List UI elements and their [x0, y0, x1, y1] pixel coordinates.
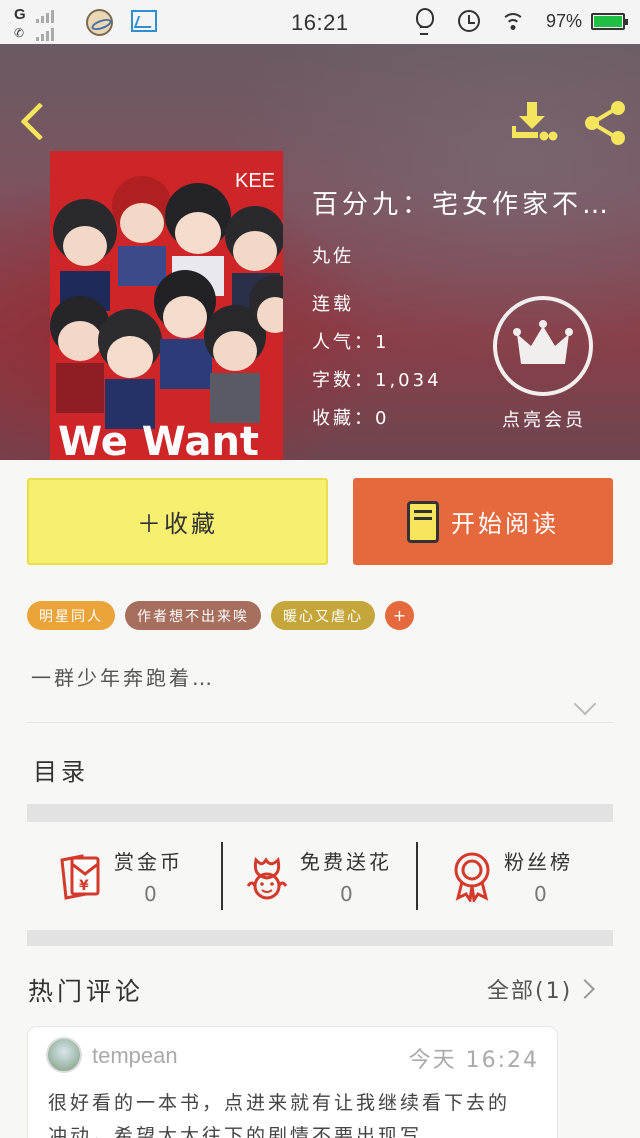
stat-value: 0	[144, 882, 157, 906]
cover-top-text: KEE	[235, 170, 275, 192]
comment-time: 今天 16:24	[408, 1048, 539, 1073]
svg-text:¥: ¥	[79, 878, 89, 894]
fan-ranking-button[interactable]: 粉丝榜 0	[448, 840, 608, 912]
signal-group: G ✆	[14, 4, 70, 42]
divider	[221, 842, 223, 910]
collect-button[interactable]: ＋收藏	[27, 478, 328, 565]
battery-percent: 97%	[546, 11, 583, 31]
section-separator	[27, 804, 613, 822]
alarm-icon	[458, 10, 480, 32]
book-synopsis: 一群少年奔跑着…	[31, 666, 215, 690]
crown-icon	[493, 296, 593, 396]
stat-value: 0	[340, 882, 353, 906]
all-comments-label: 全部(1)	[487, 979, 573, 1004]
stat-label: 粉丝榜	[504, 850, 573, 874]
cover-bottom-text: We Want	[58, 419, 259, 460]
book-word-count: 字数：1,034	[312, 370, 442, 391]
book-popularity: 人气：1	[312, 332, 390, 353]
stat-label: 赏金币	[114, 850, 183, 874]
book-icon	[407, 500, 439, 543]
hot-comments-heading: 热门评论	[28, 977, 145, 1006]
book-header: KEE We Want 百分九：宅女作家不… 丸佐 连载 人气：1 字数：1,0…	[0, 44, 640, 460]
tag-list: 明星同人 作者想不出来唉 暖心又虐心 +	[27, 601, 414, 630]
gallery-app-icon	[131, 10, 157, 32]
member-button[interactable]: 点亮会员	[493, 296, 595, 432]
planet-app-icon	[86, 9, 113, 36]
divider	[27, 722, 613, 723]
phone-icon: ✆	[14, 26, 25, 40]
comment-username[interactable]: tempean	[92, 1043, 178, 1069]
share-icon[interactable]	[580, 98, 630, 148]
back-icon[interactable]	[14, 100, 54, 144]
section-separator	[27, 930, 613, 946]
signal-icon	[36, 10, 54, 23]
network-type: G	[14, 6, 26, 23]
avatar[interactable]	[46, 1037, 82, 1073]
clock: 16:21	[291, 10, 349, 35]
start-reading-button[interactable]: 开始阅读	[353, 478, 613, 565]
flower-icon	[242, 850, 292, 902]
divider	[416, 842, 418, 910]
medal-icon	[448, 850, 498, 905]
status-bar: G ✆ 16:21 97%	[0, 0, 640, 44]
comment-card[interactable]: tempean 今天 16:24 很好看的一本书，点进来就有让我继续看下去的冲动…	[27, 1026, 558, 1138]
battery-icon	[591, 13, 628, 30]
bulb-icon	[416, 8, 434, 35]
signal-icon-2	[36, 28, 54, 41]
download-icon[interactable]	[508, 96, 558, 146]
book-cover[interactable]: KEE We Want	[50, 151, 283, 460]
book-favorites: 收藏：0	[312, 408, 390, 429]
book-title: 百分九：宅女作家不…	[312, 190, 613, 220]
comment-text: 很好看的一本书，点进来就有让我继续看下去的冲动，希望太太往下的剧情不要出现写	[48, 1092, 511, 1138]
book-status: 连载	[312, 294, 354, 315]
table-of-contents-link[interactable]: 目录	[33, 752, 89, 787]
chevron-down-icon[interactable]	[573, 692, 597, 716]
tag-item[interactable]: 暖心又虐心	[271, 601, 375, 630]
start-reading-label: 开始阅读	[451, 510, 559, 538]
add-tag-button[interactable]: +	[385, 601, 414, 630]
red-envelope-icon: ¥	[56, 850, 106, 902]
collect-label: ＋收藏	[137, 510, 218, 538]
chevron-right-icon	[575, 979, 596, 999]
reward-coins-button[interactable]: ¥ 赏金币 0	[56, 840, 206, 912]
tag-item[interactable]: 明星同人	[27, 601, 115, 630]
all-comments-link[interactable]: 全部(1)	[487, 973, 596, 1005]
send-flower-button[interactable]: 免费送花 0	[242, 840, 412, 912]
wifi-icon	[501, 11, 525, 31]
tag-item[interactable]: 作者想不出来唉	[125, 601, 261, 630]
book-author[interactable]: 丸佐	[312, 242, 354, 268]
member-label: 点亮会员	[502, 410, 586, 431]
stat-label: 免费送花	[300, 850, 392, 874]
stat-value: 0	[534, 882, 547, 906]
